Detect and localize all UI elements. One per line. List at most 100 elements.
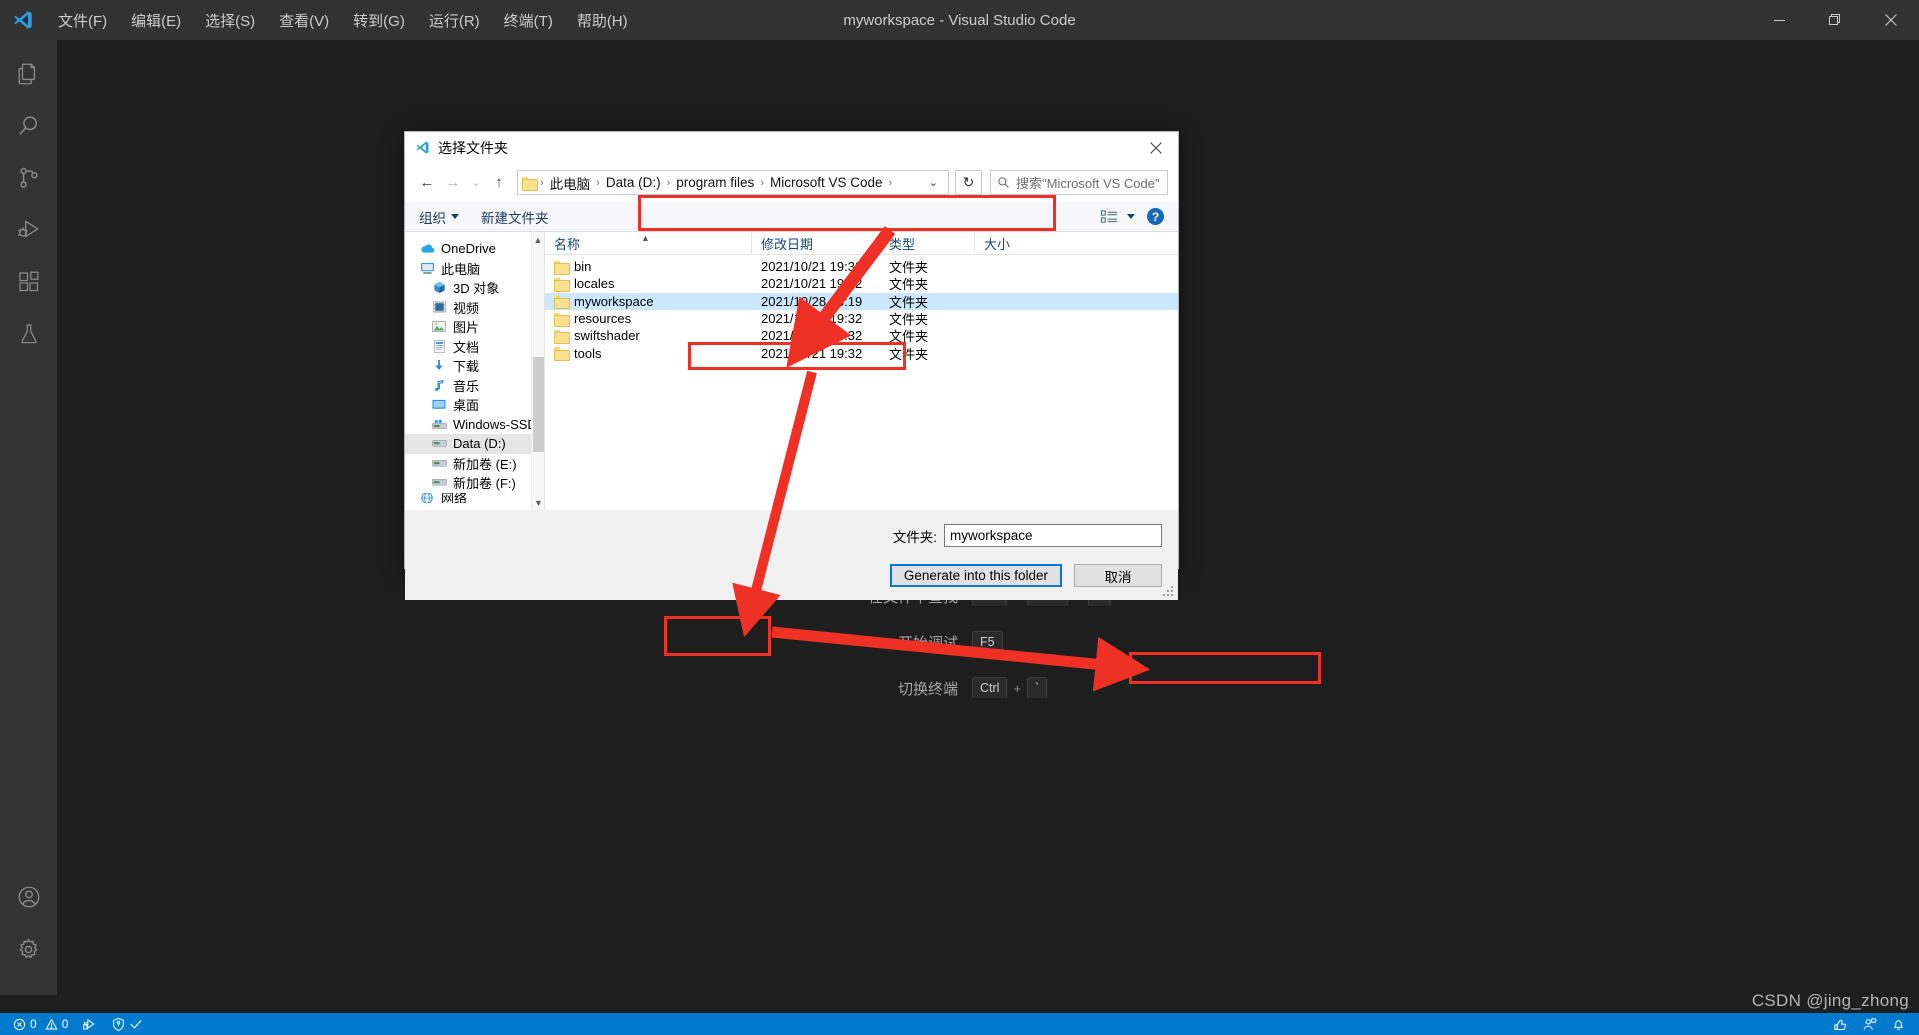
file-list: 名称 ▲ 修改日期 类型 大小 bin 2021/10/21 19:32 文件夹 (545, 231, 1178, 510)
up-icon[interactable]: ↑ (487, 170, 511, 196)
bell-icon[interactable] (1884, 1013, 1913, 1035)
sidebar-item-music[interactable]: 音乐 (405, 376, 544, 396)
table-row[interactable]: tools 2021/10/21 19:32 文件夹 (545, 344, 1178, 362)
view-layout-icon[interactable] (1101, 209, 1135, 224)
column-header-modified[interactable]: 修改日期 (752, 231, 880, 255)
sidebar-label: 文档 (453, 339, 480, 355)
file-name: resources (574, 311, 632, 327)
file-modified: 2021/10/21 19:32 (761, 311, 863, 327)
table-row[interactable]: locales 2021/10/21 19:32 文件夹 (545, 275, 1178, 292)
close-icon[interactable] (1863, 0, 1919, 40)
shortcut-row-start-debug: 开始调试 F5 (758, 631, 1218, 653)
file-type: 文件夹 (889, 329, 929, 345)
file-list-header: 名称 ▲ 修改日期 类型 大小 (545, 231, 1178, 255)
sort-ascending-icon: ▲ (641, 232, 650, 243)
sidebar-item-downloads[interactable]: 下载 (405, 356, 544, 376)
sidebar-item-pictures[interactable]: 图片 (405, 317, 544, 337)
menu-view[interactable]: 查看(V) (267, 6, 341, 35)
search-icon[interactable] (0, 100, 57, 152)
column-header-size[interactable]: 大小 (975, 232, 1065, 255)
column-header-name[interactable]: 名称 ▲ (545, 231, 752, 255)
table-row[interactable]: swiftshader 2021/10/21 19:32 文件夹 (545, 327, 1178, 344)
sidebar-item-3d-objects[interactable]: 3D 对象 (405, 278, 544, 298)
file-name-cell: bin (545, 259, 752, 275)
run-and-debug-icon[interactable] (0, 204, 57, 256)
sidebar-item-onedrive[interactable]: OneDrive (405, 239, 544, 259)
table-row[interactable]: resources 2021/10/21 19:32 文件夹 (545, 310, 1178, 327)
breadcrumb-item-this-pc[interactable]: 此电脑 (545, 173, 596, 193)
sidebar-item-network[interactable]: 网络 (405, 492, 544, 503)
breadcrumb-separator: › (888, 176, 893, 189)
refresh-icon[interactable]: ↻ (955, 170, 982, 195)
accounts-icon[interactable] (0, 871, 57, 923)
forward-icon[interactable]: → (441, 170, 465, 196)
menu-file[interactable]: 文件(F) (46, 6, 119, 35)
scrollbar-thumb[interactable] (533, 357, 544, 452)
dialog-close-icon[interactable] (1134, 132, 1178, 163)
sidebar-item-windows-ssd-c[interactable]: Windows-SSD (C: (405, 415, 544, 435)
sidebar-scrollbar[interactable]: ▲ ▼ (531, 232, 544, 510)
testing-flask-icon[interactable] (0, 308, 57, 360)
file-name: myworkspace (574, 293, 654, 309)
sidebar-item-volume-e[interactable]: 新加卷 (E:) (405, 454, 544, 474)
new-folder-button[interactable]: 新建文件夹 (481, 207, 549, 227)
generate-into-this-folder-button[interactable]: Generate into this folder (889, 564, 1062, 587)
menu-edit[interactable]: 编辑(E) (119, 6, 193, 35)
menu-go[interactable]: 转到(G) (341, 6, 417, 35)
sidebar-item-desktop[interactable]: 桌面 (405, 395, 544, 415)
table-row[interactable]: bin 2021/10/21 19:32 文件夹 (545, 258, 1178, 275)
breadcrumb-dropdown-icon[interactable]: ⌄ (923, 176, 944, 189)
dialog-body: OneDrive 此电脑 3D 对象 视频 图片 文档 下载 音乐 桌面 Win… (405, 231, 1178, 510)
scroll-up-icon[interactable]: ▲ (532, 232, 544, 247)
breadcrumb-item-program-files[interactable]: program files (671, 175, 759, 190)
breadcrumb-item-vscode[interactable]: Microsoft VS Code (765, 175, 888, 190)
menu-terminal[interactable]: 终端(T) (492, 6, 565, 35)
extensions-icon[interactable] (0, 256, 57, 308)
this-pc-icon (419, 260, 435, 276)
menu-run[interactable]: 运行(R) (417, 6, 492, 35)
account-notify-icon[interactable] (1855, 1013, 1884, 1035)
feedback-smiley-icon[interactable] (1826, 1013, 1855, 1035)
help-icon[interactable]: ? (1147, 208, 1164, 225)
minimize-icon[interactable] (1751, 0, 1807, 40)
cancel-button[interactable]: 取消 (1074, 564, 1162, 587)
file-type: 文件夹 (889, 260, 929, 276)
dialog-toolbar-right: ? (1101, 208, 1164, 225)
sidebar-item-videos[interactable]: 视频 (405, 298, 544, 318)
folder-icon (554, 295, 570, 310)
search-input[interactable]: 搜索"Microsoft VS Code" (990, 170, 1168, 195)
sidebar-item-volume-f[interactable]: 新加卷 (F:) (405, 473, 544, 493)
recent-locations-icon[interactable]: ⌄ (467, 170, 485, 196)
sidebar-item-documents[interactable]: 文档 (405, 337, 544, 357)
explorer-icon[interactable] (0, 48, 57, 100)
status-problems[interactable]: 0 0 (6, 1013, 75, 1035)
restore-icon[interactable] (1807, 0, 1863, 40)
file-name-cell: resources (545, 311, 752, 327)
organize-button[interactable]: 组织 (419, 207, 459, 227)
shield-check-icon[interactable] (104, 1013, 150, 1035)
places-sidebar: OneDrive 此电脑 3D 对象 视频 图片 文档 下载 音乐 桌面 Win… (405, 232, 545, 510)
settings-gear-icon[interactable] (0, 923, 57, 975)
file-type: 文件夹 (889, 346, 929, 362)
breadcrumb[interactable]: › 此电脑 › Data (D:) › program files › Micr… (517, 170, 949, 195)
folder-name-input[interactable] (944, 524, 1162, 547)
menu-selection[interactable]: 选择(S) (193, 6, 267, 35)
folder-icon (554, 347, 570, 362)
column-label: 名称 (554, 236, 581, 252)
column-header-type[interactable]: 类型 (880, 231, 975, 255)
shortcut-keys: Ctrl + ` (972, 677, 1048, 699)
source-control-icon[interactable] (0, 152, 57, 204)
ports-forwarding-icon[interactable] (75, 1013, 104, 1035)
sidebar-item-data-d[interactable]: Data (D:) (405, 434, 544, 454)
folder-icon (554, 277, 570, 292)
back-icon[interactable]: ← (415, 170, 439, 196)
sidebar-item-this-pc[interactable]: 此电脑 (405, 259, 544, 279)
breadcrumb-item-data-d[interactable]: Data (D:) (601, 175, 666, 190)
menu-help[interactable]: 帮助(H) (565, 6, 640, 35)
table-row[interactable]: myworkspace 2021/10/28 16:19 文件夹 (545, 292, 1178, 310)
resize-grip-icon[interactable] (1163, 586, 1175, 598)
sidebar-label: 图片 (453, 320, 480, 336)
scroll-down-icon[interactable]: ▼ (532, 495, 544, 510)
key-ctrl: Ctrl (972, 677, 1008, 699)
dialog-titlebar: 选择文件夹 (405, 132, 1178, 163)
